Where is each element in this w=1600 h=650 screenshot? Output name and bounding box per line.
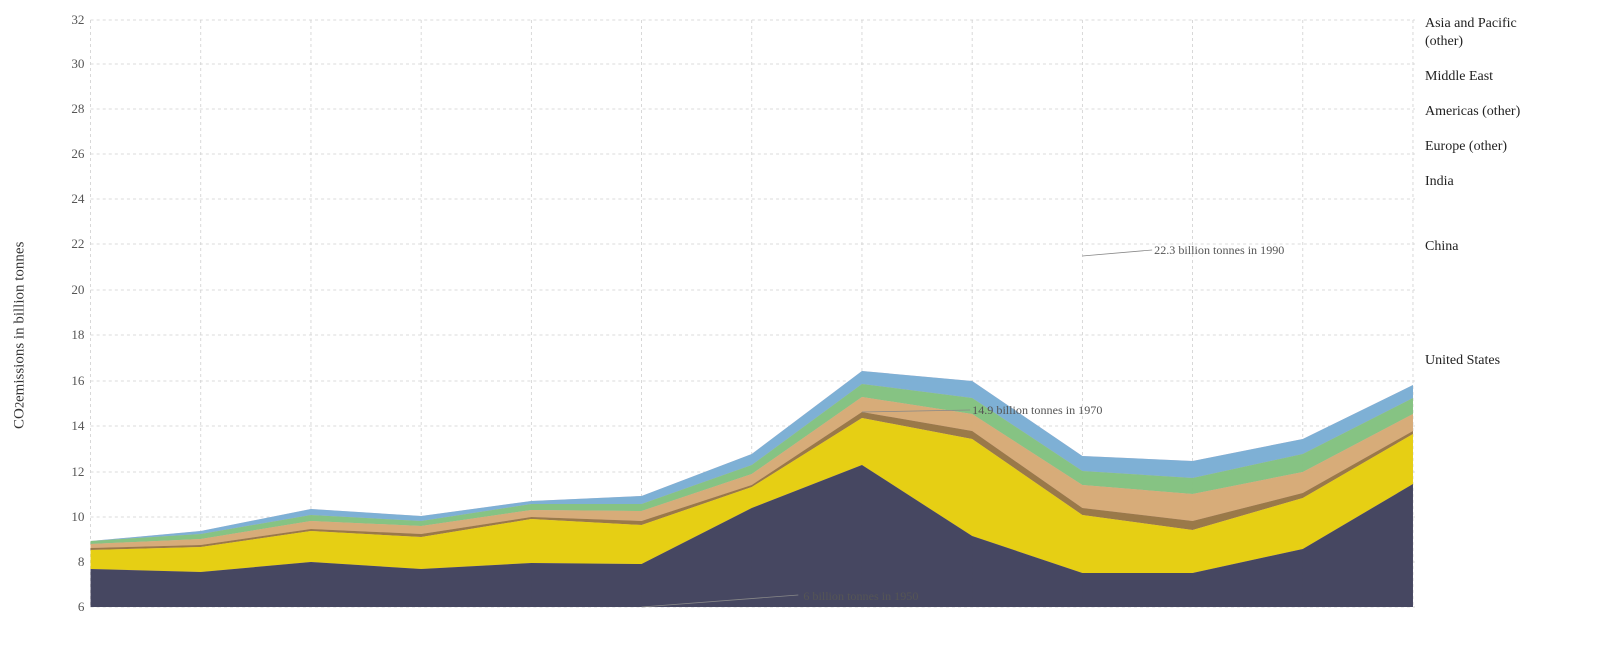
- chart-container: CO2 emissions in billion tonnes: [0, 0, 1600, 650]
- grid-and-chart: 32 30 28 26 24 22 20 18 16 14 12 10 8 6: [40, 10, 1415, 640]
- legend-item-india: India: [1425, 174, 1600, 191]
- svg-text:20: 20: [71, 282, 85, 297]
- legend: Asia and Pacific(other) Middle East Amer…: [1415, 10, 1600, 640]
- legend-item-china: China: [1425, 239, 1600, 256]
- chart-svg: 32 30 28 26 24 22 20 18 16 14 12 10 8 6: [40, 10, 1415, 640]
- svg-text:8: 8: [78, 554, 85, 569]
- svg-text:16: 16: [71, 373, 85, 388]
- svg-text:28: 28: [71, 101, 85, 116]
- svg-text:14: 14: [71, 418, 85, 433]
- svg-text:30: 30: [71, 56, 85, 71]
- y-axis-label: CO2 emissions in billion tonnes: [0, 10, 40, 640]
- svg-text:26: 26: [71, 146, 85, 161]
- annotation-1990: 22.3 billion tonnes in 1990: [1154, 243, 1284, 257]
- annotation-1950: 6 billion tonnes in 1950: [803, 589, 918, 603]
- legend-item-asia-pacific: Asia and Pacific(other): [1425, 15, 1600, 51]
- svg-text:32: 32: [71, 12, 84, 27]
- svg-text:6: 6: [78, 599, 85, 614]
- svg-text:18: 18: [71, 327, 85, 342]
- y-axis-ticks: 32 30 28 26 24 22 20 18 16 14 12 10 8 6: [71, 12, 85, 614]
- svg-text:22: 22: [71, 236, 84, 251]
- svg-text:10: 10: [71, 509, 85, 524]
- annotation-1970: 14.9 billion tonnes in 1970: [972, 403, 1102, 417]
- legend-item-europe-other: Europe (other): [1425, 139, 1600, 156]
- svg-text:24: 24: [71, 191, 85, 206]
- svg-text:12: 12: [71, 464, 84, 479]
- legend-item-middle-east: Middle East: [1425, 69, 1600, 86]
- legend-item-united-states: United States: [1425, 353, 1600, 370]
- legend-item-americas-other: Americas (other): [1425, 104, 1600, 121]
- chart-area: 32 30 28 26 24 22 20 18 16 14 12 10 8 6: [40, 10, 1600, 640]
